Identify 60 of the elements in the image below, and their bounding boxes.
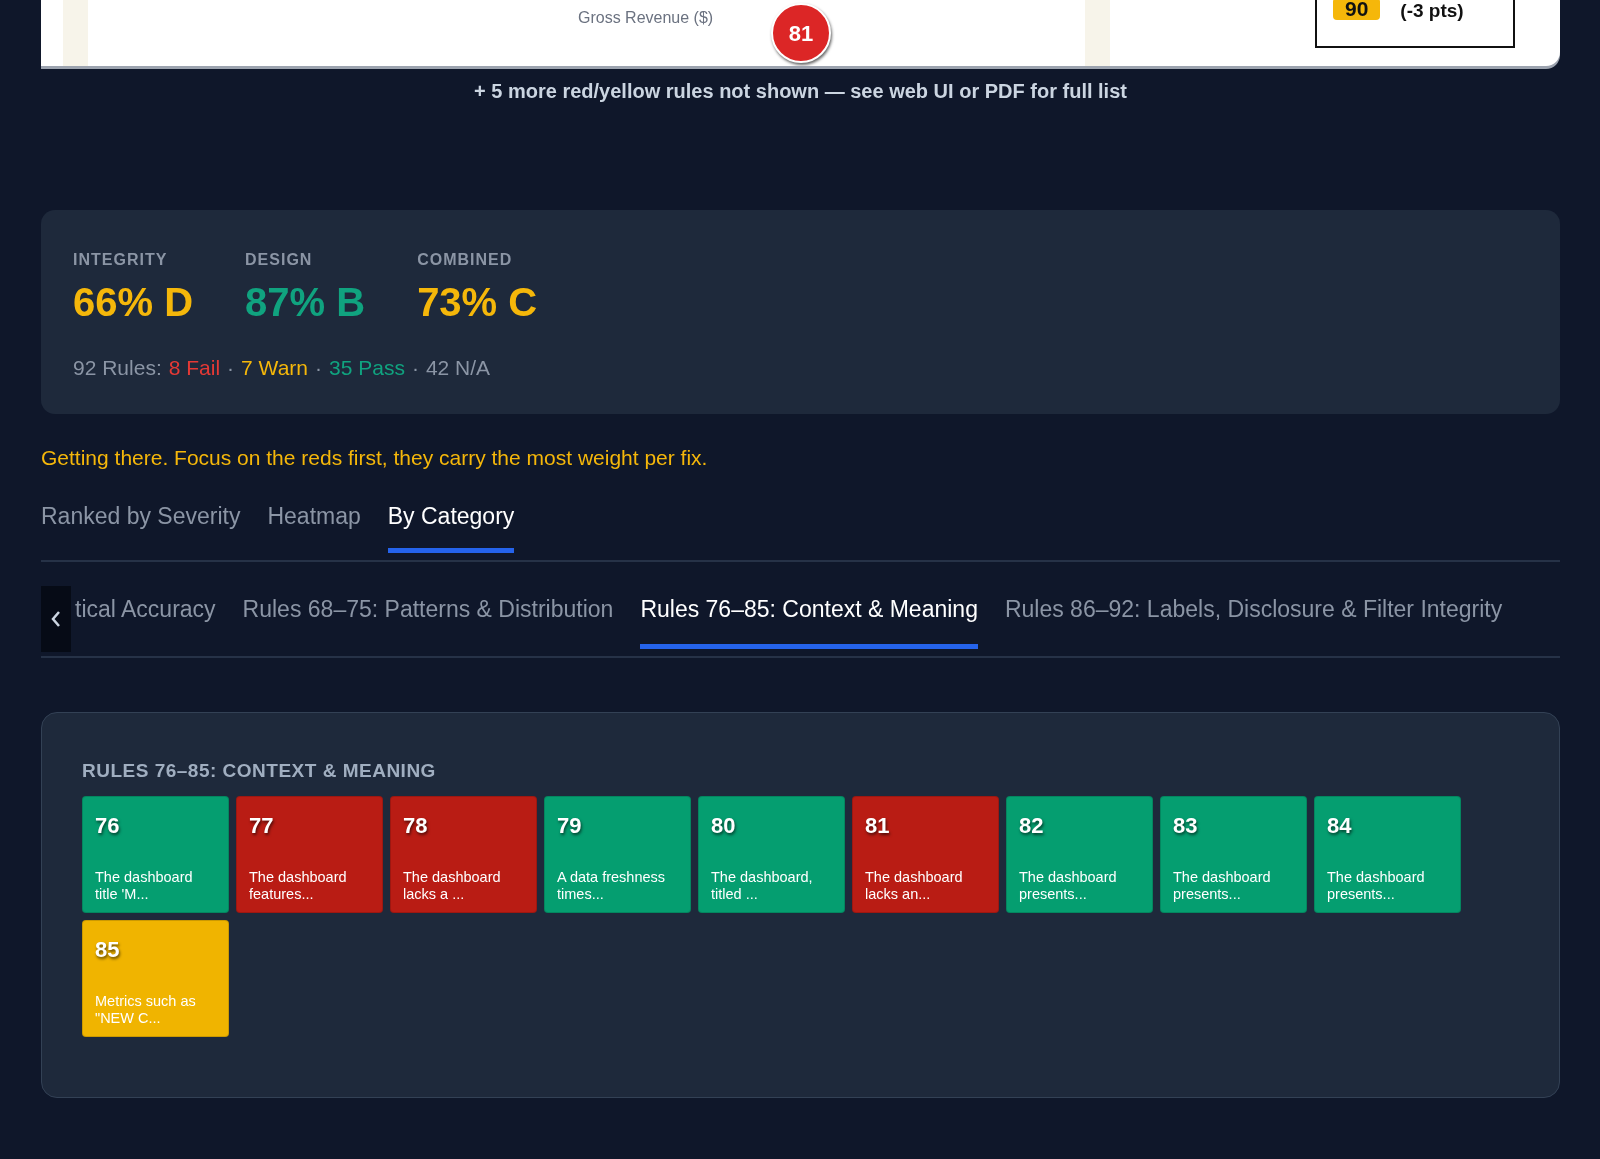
rule-summary: The dashboard title 'M...	[95, 868, 194, 904]
rule-summary: Metrics such as "NEW C...	[95, 992, 197, 1028]
rule-tile[interactable]: 84 The dashboard presents...	[1314, 795, 1461, 913]
rule-summary: The dashboard, titled ...	[711, 868, 814, 904]
panel-edge	[63, 0, 88, 66]
score-value: 66% D	[73, 279, 194, 326]
rule-tile[interactable]: 82 The dashboard presents...	[1006, 795, 1153, 913]
rule-summary: The dashboard lacks an...	[865, 868, 964, 904]
chevron-left-icon	[50, 610, 62, 629]
rule-tile[interactable]: 78 The dashboard lacks a ...	[390, 795, 537, 913]
score-badge: 90	[1333, 0, 1381, 20]
rule-summary: The dashboard presents...	[1327, 868, 1426, 904]
rule-number: 84	[1327, 811, 1353, 840]
view-tab[interactable]: Ranked by Severity	[41, 499, 241, 553]
separator-dot: ·	[227, 355, 235, 381]
rule-tile[interactable]: 79 A data freshness times...	[544, 795, 691, 913]
feedback-message: Getting there. Focus on the reds first, they carry the most weight per fix.	[41, 444, 709, 471]
rule-summary: The dashboard presents...	[1019, 868, 1118, 904]
rule-count: 42 N/A	[425, 355, 491, 381]
rule-tile[interactable]: 76 The dashboard title 'M...	[82, 795, 229, 913]
rule-number: 80	[711, 811, 737, 840]
separator-dot: ·	[315, 355, 322, 381]
rule-tile[interactable]: 80 The dashboard, titled ...	[698, 795, 845, 913]
rule-count: 92 Rules:	[73, 355, 162, 381]
view-tab[interactable]: Heatmap	[267, 499, 361, 553]
rule-summary: The dashboard presents...	[1173, 868, 1272, 904]
rule-count: 7 Warn	[241, 355, 308, 381]
category-title: RULES 76–85: CONTEXT & MEANING	[82, 759, 437, 783]
score-value: 87% B	[245, 279, 366, 326]
rule-number: 76	[95, 811, 121, 840]
rule-tile[interactable]: 77 The dashboard features...	[236, 795, 383, 913]
rule-summary: The dashboard lacks a ...	[403, 868, 502, 904]
score-label: DESIGN	[245, 250, 314, 270]
rule-number: 83	[1173, 811, 1199, 840]
rule-tile[interactable]: 83 The dashboard presents...	[1160, 795, 1307, 913]
rule-number: 78	[403, 811, 429, 840]
rule-count: 35 Pass	[329, 355, 405, 381]
rule-summary: A data freshness times...	[557, 868, 666, 904]
axis-label: Gross Revenue ($)	[578, 8, 714, 28]
rule-number: 81	[865, 811, 891, 840]
score-label: INTEGRITY	[73, 250, 169, 270]
rule-number: 82	[1019, 811, 1045, 840]
rule-summary: The dashboard features...	[249, 868, 348, 904]
category-tab[interactable]: tical Accuracy	[75, 591, 216, 649]
score-value: 73% C	[417, 279, 538, 326]
category-tab[interactable]: Rules 76–85: Context & Meaning	[640, 591, 978, 649]
rule-count: 8 Fail	[168, 355, 221, 381]
view-tab[interactable]: By Category	[387, 499, 515, 553]
scroll-left-button[interactable]	[41, 585, 71, 652]
panel-edge	[1085, 0, 1110, 66]
more-rules-note: + 5 more red/yellow rules not shown — see web UI or PDF for full list	[473, 79, 1128, 104]
score-delta: (-3 pts)	[1400, 0, 1464, 22]
category-tab[interactable]: Rules 68–75: Patterns & Distribution	[242, 591, 614, 649]
rule-number: 79	[557, 811, 583, 840]
category-tab[interactable]: Rules 86–92: Labels, Disclosure & Filter Integrity	[1004, 591, 1503, 649]
score-label: COMBINED	[417, 250, 514, 270]
separator-dot: ·	[411, 355, 419, 381]
rule-number: 77	[249, 811, 275, 840]
rule-tile[interactable]: 81 The dashboard lacks an...	[852, 795, 999, 913]
rule-number: 85	[95, 935, 121, 964]
